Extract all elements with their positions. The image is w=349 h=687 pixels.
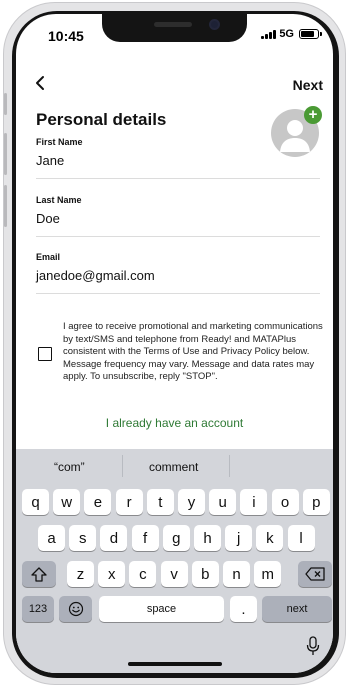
key-j[interactable]: j (225, 525, 253, 551)
side-button (4, 93, 7, 115)
first-name-value[interactable]: Jane (36, 153, 64, 168)
key-d[interactable]: d (100, 525, 128, 551)
key-u[interactable]: u (209, 489, 237, 515)
next-key[interactable]: next (262, 596, 332, 622)
email-value[interactable]: janedoe@gmail.com (36, 268, 155, 283)
key-w[interactable]: w (53, 489, 81, 515)
emoji-key[interactable] (59, 596, 92, 622)
front-camera (209, 19, 220, 30)
plus-icon[interactable]: + (304, 106, 322, 124)
key-t[interactable]: t (146, 489, 174, 515)
battery-tip (320, 32, 322, 36)
network-label: 5G (279, 28, 294, 40)
last-name-field[interactable]: Last Name Doe (36, 195, 320, 237)
consent-text: I agree to receive promotional and marke… (63, 321, 323, 382)
page-title: Personal details (36, 110, 167, 129)
shift-icon (31, 566, 47, 582)
backspace-icon (305, 567, 325, 581)
key-p[interactable]: p (302, 489, 330, 515)
shift-key[interactable] (22, 561, 56, 587)
microphone-button[interactable] (306, 636, 320, 656)
already-have-account-link[interactable]: I already have an account (16, 416, 333, 430)
key-z[interactable]: z (67, 561, 94, 587)
delete-key[interactable] (298, 561, 332, 587)
email-field[interactable]: Email janedoe@gmail.com (36, 252, 320, 294)
space-key[interactable]: space (99, 596, 224, 622)
key-m[interactable]: m (254, 561, 282, 587)
key-x[interactable]: x (98, 561, 126, 587)
battery-icon (299, 29, 322, 39)
key-s[interactable]: s (69, 525, 97, 551)
key-g[interactable]: g (162, 525, 190, 551)
key-a[interactable]: a (38, 525, 65, 551)
key-r[interactable]: r (115, 489, 143, 515)
status-time: 10:45 (48, 28, 84, 44)
key-k[interactable]: k (256, 525, 284, 551)
keyboard: “com” comment 123 space . next q w e r t… (16, 449, 333, 673)
period-key[interactable]: . (230, 596, 257, 622)
key-l[interactable]: l (287, 525, 315, 551)
side-button (4, 185, 7, 227)
back-button[interactable] (34, 74, 48, 92)
emoji-icon (68, 601, 83, 617)
key-o[interactable]: o (271, 489, 299, 515)
key-y[interactable]: y (178, 489, 205, 515)
first-name-field[interactable]: First Name Jane (36, 137, 320, 179)
first-name-label: First Name (36, 137, 83, 147)
next-button[interactable]: Next (293, 77, 323, 93)
battery-fill (301, 31, 314, 37)
email-label: Email (36, 252, 61, 262)
suggestion-1[interactable]: “com” (54, 460, 85, 474)
suggestion-2[interactable]: comment (149, 460, 198, 474)
suggestion-divider (122, 455, 123, 477)
suggestion-bar: “com” comment (16, 449, 333, 483)
screen: 10:45 5G Next Personal details + First N… (16, 14, 333, 673)
key-n[interactable]: n (223, 561, 250, 587)
numbers-key[interactable]: 123 (22, 596, 54, 622)
key-v[interactable]: v (160, 561, 188, 587)
home-indicator (128, 662, 222, 666)
side-button (4, 133, 7, 175)
key-e[interactable]: e (84, 489, 112, 515)
key-c[interactable]: c (129, 561, 157, 587)
notch (102, 14, 247, 42)
consent-checkbox[interactable] (38, 347, 52, 361)
last-name-value[interactable]: Doe (36, 211, 60, 226)
key-q[interactable]: q (22, 489, 49, 515)
last-name-label: Last Name (36, 195, 82, 205)
chevron-left-icon (36, 76, 44, 90)
key-f[interactable]: f (131, 525, 159, 551)
microphone-icon (306, 636, 320, 655)
speaker-grille (154, 22, 192, 27)
key-b[interactable]: b (191, 561, 219, 587)
key-i[interactable]: i (240, 489, 268, 515)
suggestion-divider (229, 455, 230, 477)
status-icons: 5G (261, 28, 322, 40)
signal-icon (261, 29, 277, 39)
key-h[interactable]: h (194, 525, 221, 551)
